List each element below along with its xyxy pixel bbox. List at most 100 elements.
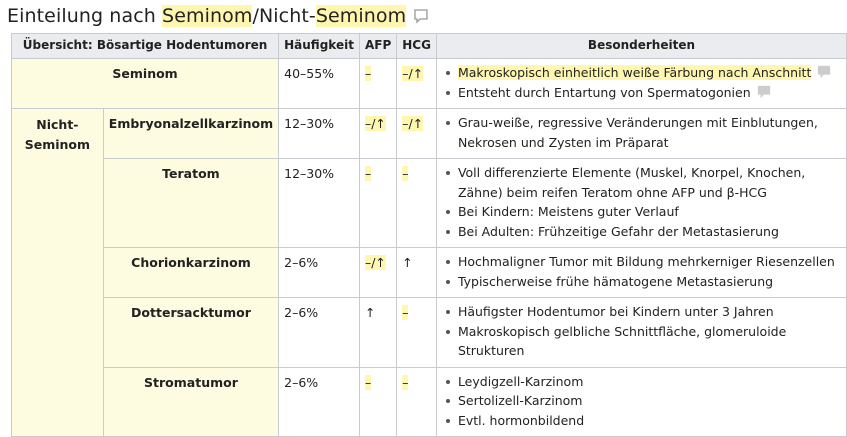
comment-icon[interactable] (817, 65, 831, 79)
note-text: Evtl. hormonbildend (457, 412, 585, 428)
table-header-row: Übersicht: Bösartige Hodentumoren Häufig… (10, 33, 847, 59)
row-afp: –/↑ (358, 247, 398, 298)
header-afp: AFP (358, 33, 398, 59)
header-frequency: Häufigkeit (278, 33, 360, 59)
row-frequency: 2–6% (278, 297, 360, 368)
row-hcg: – (396, 366, 437, 437)
freq-value: 40–55% (284, 66, 335, 81)
freq-value: 2–6% (284, 305, 319, 320)
note-text: Bei Kindern: Meistens guter Verlauf (457, 204, 679, 219)
row-afp: –/↑ (358, 108, 398, 159)
note-text: Entsteht durch Entartung von Spermatogon… (457, 84, 751, 100)
table-row-chorion: Chorionkarzinom 2–6% –/↑ ↑ Hochmaligner … (12, 247, 847, 298)
freq-value: 12–30% (284, 166, 335, 181)
row-frequency: 12–30% (278, 108, 360, 159)
afp-value: – (364, 374, 372, 390)
note-text: Häufigster Hodentumor bei Kindern unter … (457, 304, 774, 319)
header-special: Besonderheiten (435, 33, 847, 59)
note-text: Voll differenzierte Elemente (Muskel, Kn… (457, 165, 806, 200)
row-hcg: – (396, 297, 437, 368)
header-hcg: HCG (396, 33, 437, 59)
title-prefix: Einteilung nach (7, 5, 163, 27)
row-name: Dottersacktumor (102, 297, 280, 368)
row-name: Teratom (102, 158, 280, 248)
table-row-teratom: Teratom 12–30% – – Voll differenzierte E… (12, 158, 847, 248)
list-item: Häufigster Hodentumor bei Kindern unter … (445, 302, 841, 322)
afp-value: – (364, 66, 372, 81)
row-hcg: – (396, 158, 437, 248)
row-name: Embryonalzellkarzinom (102, 108, 280, 159)
row-afp: – (358, 58, 398, 109)
group-label-nichtseminom: Nicht- Seminom (11, 108, 104, 437)
row-frequency: 2–6% (278, 247, 360, 298)
table-row-dottersack: Dottersacktumor 2–6% ↑ – Häufigster Hode… (12, 297, 847, 368)
note-text: Bei Adulten: Frühzeitige Gefahr der Meta… (457, 223, 779, 239)
section-title: Einteilung nach Seminom/Nicht-Seminom (7, 5, 407, 27)
title-highlight-seminom[interactable]: Seminom (162, 5, 253, 27)
freq-value: 2–6% (284, 255, 319, 270)
note-text: Leydigzell-Karzinom (457, 373, 584, 389)
table-row-stroma: Stromatumor 2–6% – – Leydigzell-Karzinom… (12, 366, 847, 437)
hcg-value: –/↑ (402, 66, 424, 81)
row-afp: – (358, 158, 398, 248)
list-item: Evtl. hormonbildend (445, 411, 841, 431)
note-text: Makroskopisch gelbliche Schnittfläche, g… (457, 323, 787, 359)
note-text: Typischerweise frühe hämatogene Metastas… (457, 273, 774, 289)
afp-value: –/↑ (364, 255, 386, 270)
list-item: Typischerweise frühe hämatogene Metastas… (445, 272, 841, 292)
comment-icon[interactable] (757, 85, 771, 99)
header-overview: Übersicht: Bösartige Hodentumoren (10, 33, 280, 59)
section-heading: Einteilung nach Seminom/Nicht-Seminom (7, 2, 429, 30)
note-text: Sertolizell-Karzinom (457, 393, 583, 408)
row-notes: Häufigster Hodentumor bei Kindern unter … (435, 297, 847, 368)
title-middle: /Nicht- (252, 5, 316, 27)
hcg-value: ↑ (402, 255, 413, 270)
hcg-value: – (402, 166, 409, 181)
list-item: Bei Kindern: Meistens guter Verlauf (445, 202, 841, 222)
row-notes: Hochmaligner Tumor mit Bildung mehrkerni… (435, 247, 847, 298)
speech-bubble-icon[interactable] (413, 8, 429, 24)
list-item: Grau-weiße, regressive Veränderungen mit… (445, 113, 841, 152)
row-name: Seminom (10, 58, 280, 109)
row-frequency: 40–55% (278, 58, 360, 109)
hcg-value: – (402, 374, 409, 390)
hcg-value: –/↑ (402, 116, 424, 131)
list-item: Entsteht durch Entartung von Spermatogon… (445, 83, 841, 103)
row-name: Chorionkarzinom (102, 247, 280, 298)
table-row-embryonal: Nicht- Seminom Embryonalzellkarzinom 12–… (11, 108, 847, 437)
row-notes: Grau-weiße, regressive Veränderungen mit… (435, 108, 847, 159)
group-label-line2: Seminom (24, 136, 91, 152)
hcg-value: – (402, 305, 409, 320)
list-item: Leydigzell-Karzinom (445, 372, 841, 392)
tumor-table: Übersicht: Bösartige Hodentumoren Häufig… (10, 33, 847, 437)
afp-value: –/↑ (364, 116, 386, 131)
row-hcg: –/↑ (396, 108, 437, 159)
row-notes: Leydigzell-Karzinom Sertolizell-Karzinom… (435, 366, 847, 437)
row-hcg: ↑ (396, 247, 437, 298)
title-highlight-nichtseminom[interactable]: Seminom (315, 5, 407, 27)
tumor-table-wrapper: Übersicht: Bösartige Hodentumoren Häufig… (10, 33, 847, 437)
afp-value: ↑ (364, 305, 376, 320)
row-afp: – (358, 366, 398, 437)
row-frequency: 2–6% (278, 366, 360, 437)
list-item: Makroskopisch gelbliche Schnittfläche, g… (445, 322, 841, 361)
row-name: Stromatumor (102, 366, 280, 437)
group-label-line1: Nicht- (36, 117, 79, 132)
note-text: Hochmaligner Tumor mit Bildung mehrkerni… (457, 254, 835, 269)
list-item: Bei Adulten: Frühzeitige Gefahr der Meta… (445, 222, 841, 242)
freq-value: 2–6% (284, 374, 319, 390)
table-row-seminom: Seminom 40–55% – –/↑ Makroskopisch einhe… (10, 58, 847, 109)
row-notes: Makroskopisch einheitlich weiße Färbung … (435, 58, 847, 109)
list-item: Makroskopisch einheitlich weiße Färbung … (445, 63, 841, 83)
row-frequency: 12–30% (278, 158, 360, 248)
row-afp: ↑ (358, 297, 398, 368)
row-notes: Voll differenzierte Elemente (Muskel, Kn… (435, 158, 847, 248)
row-hcg: –/↑ (396, 58, 437, 109)
note-text: Grau-weiße, regressive Veränderungen mit… (457, 115, 818, 150)
afp-value: – (364, 166, 372, 181)
list-item: Sertolizell-Karzinom (445, 391, 841, 411)
list-item: Hochmaligner Tumor mit Bildung mehrkerni… (445, 252, 841, 272)
freq-value: 12–30% (284, 116, 335, 131)
list-item: Voll differenzierte Elemente (Muskel, Kn… (445, 163, 841, 202)
note-text: Makroskopisch einheitlich weiße Färbung … (457, 65, 812, 80)
